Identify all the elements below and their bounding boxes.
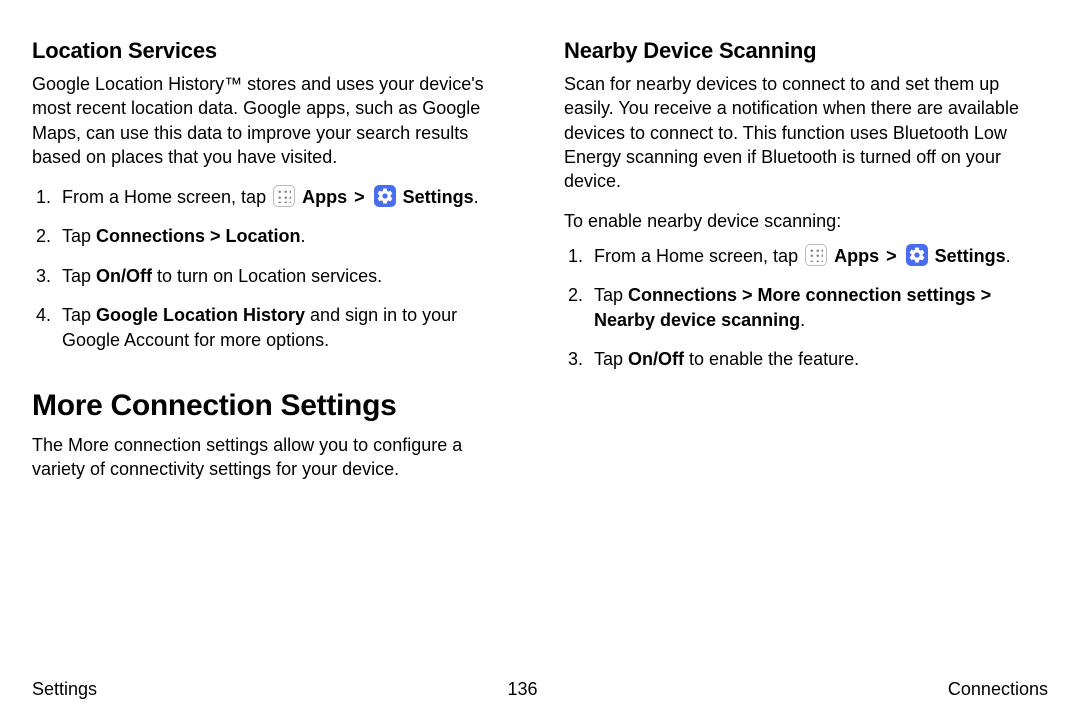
step-1: From a Home screen, tap Apps > Settings. (32, 185, 516, 210)
left-column: Location Services Google Location Histor… (32, 38, 516, 498)
settings-label: Settings (403, 187, 474, 207)
step-post: . (800, 310, 805, 330)
step-3: Tap On/Off to enable the feature. (564, 347, 1048, 372)
step-post: . (1006, 246, 1011, 266)
chevron: > (349, 187, 370, 207)
nearby-scanning-title: Nearby Device Scanning (564, 38, 1048, 64)
step-2: Tap Connections > Location. (32, 224, 516, 249)
nearby-scanning-body: Scan for nearby devices to connect to an… (564, 72, 1048, 193)
nearby-scanning-lead: To enable nearby device scanning: (564, 209, 1048, 233)
settings-icon (374, 185, 396, 207)
settings-icon (906, 244, 928, 266)
location-services-title: Location Services (32, 38, 516, 64)
location-services-steps: From a Home screen, tap Apps > Settings.… (32, 185, 516, 353)
apps-label: Apps (302, 187, 347, 207)
step-bold: Connections > Location (96, 226, 301, 246)
step-4: Tap Google Location History and sign in … (32, 303, 516, 353)
step-bold: On/Off (96, 266, 152, 286)
apps-icon (805, 244, 827, 266)
step-bold: Connections > More connection settings >… (594, 285, 991, 330)
location-services-body: Google Location History™ stores and uses… (32, 72, 516, 169)
right-column: Nearby Device Scanning Scan for nearby d… (564, 38, 1048, 498)
step-2: Tap Connections > More connection settin… (564, 283, 1048, 333)
settings-label: Settings (935, 246, 1006, 266)
step-text: Tap (594, 285, 628, 305)
step-text: From a Home screen, tap (594, 246, 803, 266)
step-text: Tap (594, 349, 628, 369)
step-text: Tap (62, 266, 96, 286)
step-3: Tap On/Off to turn on Location services. (32, 264, 516, 289)
nearby-scanning-steps: From a Home screen, tap Apps > Settings.… (564, 244, 1048, 373)
chevron: > (881, 246, 902, 266)
step-post: to enable the feature. (684, 349, 859, 369)
footer-right: Connections (948, 679, 1048, 700)
more-connection-body: The More connection settings allow you t… (32, 433, 516, 482)
step-post: to turn on Location services. (152, 266, 382, 286)
step-1: From a Home screen, tap Apps > Settings. (564, 244, 1048, 269)
page-footer: Settings 136 Connections (32, 679, 1048, 700)
step-text: Tap (62, 226, 96, 246)
footer-page-number: 136 (507, 679, 537, 700)
footer-left: Settings (32, 679, 97, 700)
step-text: From a Home screen, tap (62, 187, 271, 207)
step-post: . (474, 187, 479, 207)
step-text: Tap (62, 305, 96, 325)
step-bold: Google Location History (96, 305, 305, 325)
apps-icon (273, 185, 295, 207)
apps-label: Apps (834, 246, 879, 266)
step-post: . (301, 226, 306, 246)
more-connection-title: More Connection Settings (32, 389, 516, 423)
step-bold: On/Off (628, 349, 684, 369)
